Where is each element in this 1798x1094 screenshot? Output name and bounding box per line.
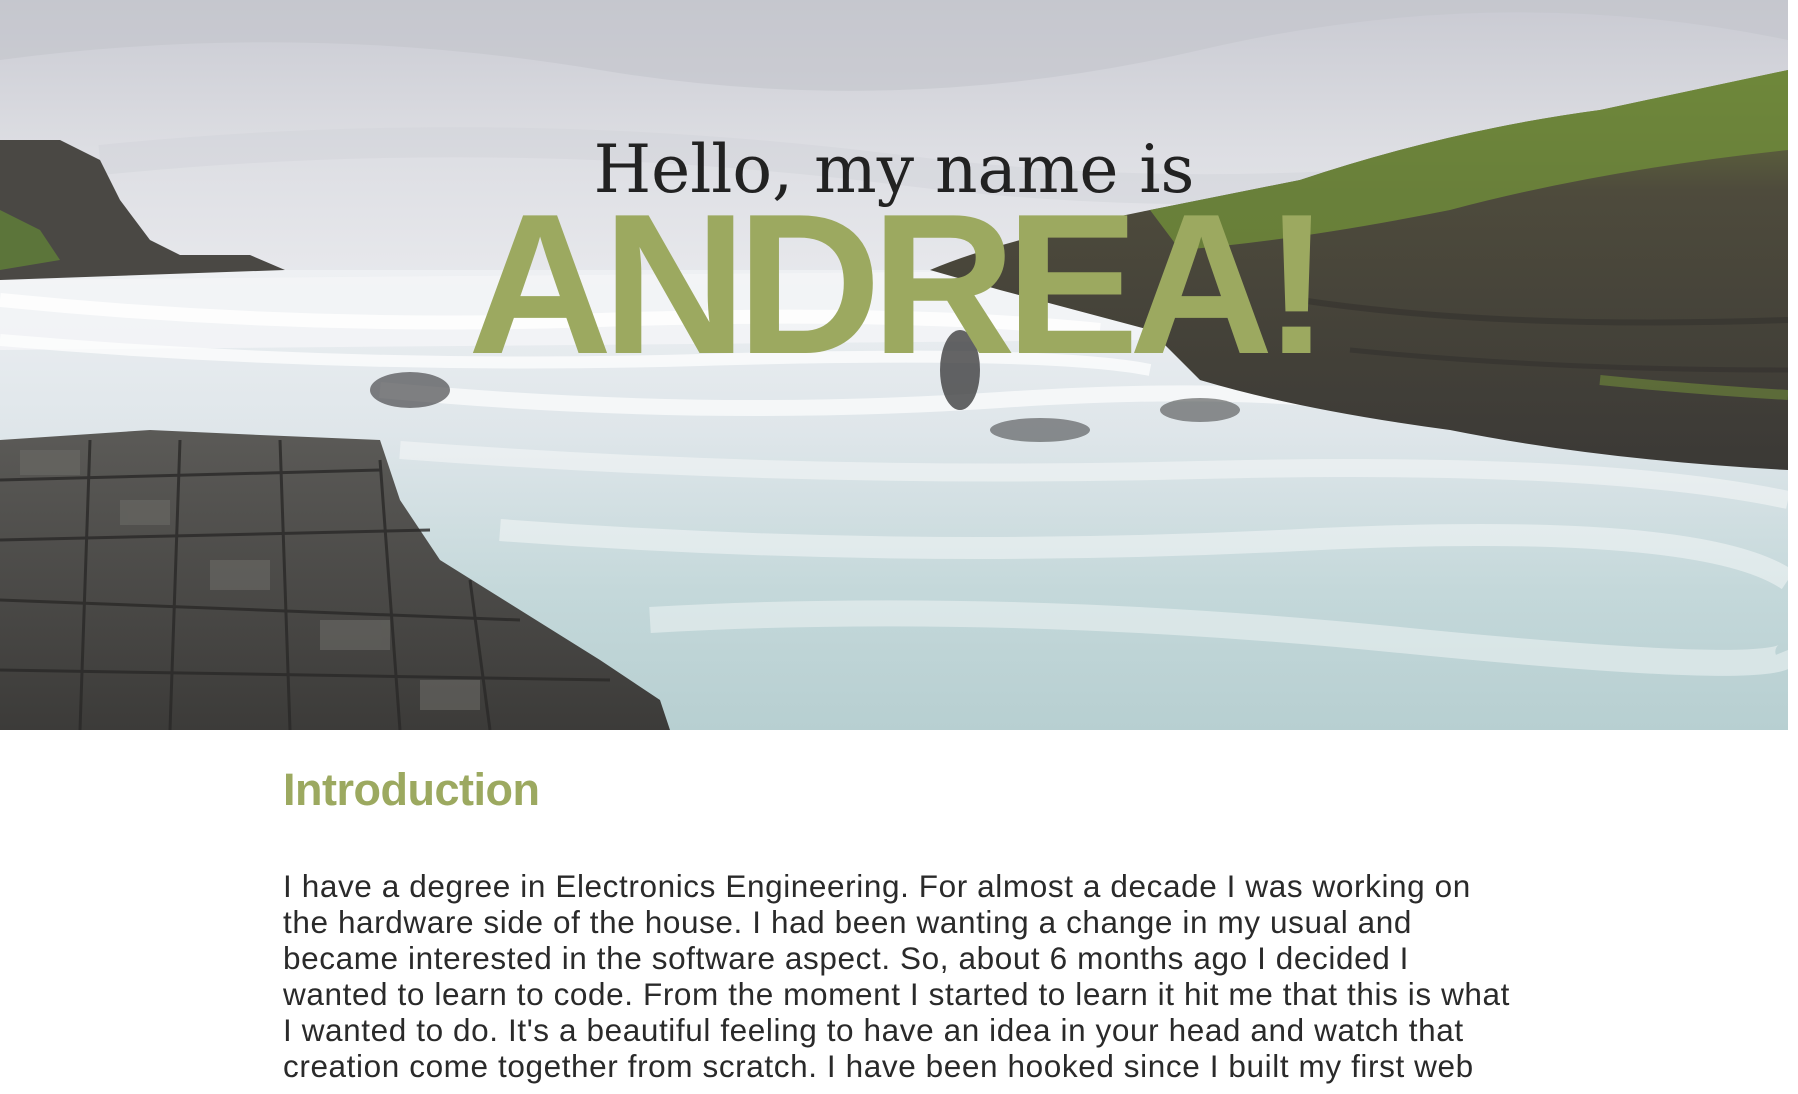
introduction-section: Introduction I have a degree in Electron…: [283, 760, 1513, 1094]
hero-name: ANDREA!: [467, 173, 1330, 396]
section-body: I have a degree in Electronics Engineeri…: [283, 868, 1511, 1094]
section-title: Introduction: [283, 764, 540, 815]
page: Hello, my name is ANDREA! Introduction I…: [0, 0, 1798, 1094]
hero-banner: Hello, my name is ANDREA!: [0, 0, 1788, 730]
